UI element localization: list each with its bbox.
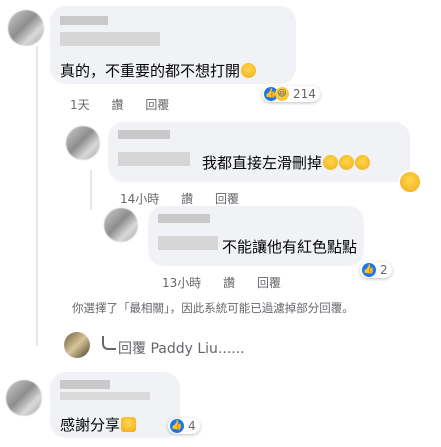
reaction-count: 214: [293, 87, 316, 101]
blurred-author-name[interactable]: [60, 380, 110, 389]
blurred-author-name: [60, 32, 160, 46]
reaction-summary[interactable]: 👍 4: [168, 418, 200, 434]
timestamp[interactable]: 1天: [70, 98, 90, 112]
reply-button[interactable]: 回覆: [215, 192, 239, 206]
like-button[interactable]: 讚: [111, 98, 123, 112]
comment-meta: 1天 讚 回覆: [70, 96, 169, 113]
thread-line: [36, 46, 38, 346]
comment-meta: 14小時 讚 回覆: [120, 190, 239, 207]
laugh-emoji-icon: [398, 170, 422, 194]
avatar[interactable]: [66, 126, 100, 160]
filter-notice: 你選擇了「最相關」，因此系統可能已過濾掉部分回覆。: [72, 301, 354, 315]
reply-button[interactable]: 回覆: [257, 276, 281, 290]
blurred-text: [158, 236, 218, 250]
laugh-emoji-icon: [241, 63, 257, 78]
like-button[interactable]: 讚: [223, 276, 235, 290]
comment-bubble: 感謝分享: [50, 372, 180, 438]
avatar[interactable]: [6, 380, 42, 416]
laugh-emoji-icon: [355, 155, 371, 170]
comment-text: 我都直接左滑刪掉: [202, 152, 371, 173]
comment-meta: 13小時 讚 回覆: [162, 274, 281, 291]
laugh-emoji-icon: [339, 155, 355, 170]
blurred-author-name: [60, 392, 150, 400]
comment-text: 不能讓他有紅色點點: [222, 238, 358, 256]
avatar[interactable]: [8, 10, 44, 46]
like-reaction-icon: 👍: [362, 263, 376, 277]
blurred-author-name[interactable]: [60, 16, 108, 25]
reaction-summary[interactable]: 👍 2: [360, 262, 392, 278]
comment-text: 真的，不重要的都不想打開: [60, 60, 257, 81]
blurred-author-name[interactable]: [118, 130, 170, 139]
avatar[interactable]: [64, 332, 90, 358]
reaction-count: 2: [380, 263, 388, 277]
haha-reaction-icon: 😆: [275, 87, 289, 101]
thread-line: [90, 170, 92, 210]
laugh-emoji-icon: [323, 155, 339, 170]
comment-bubble: 真的，不重要的都不想打開: [50, 6, 296, 84]
reply-arrow-icon: [102, 336, 116, 350]
thumbs-up-emoji-icon: [121, 417, 137, 432]
avatar[interactable]: [104, 208, 138, 242]
blurred-author-name[interactable]: [158, 214, 210, 223]
view-replies-link[interactable]: 回覆 Paddy Liu......: [118, 338, 245, 358]
comment-text: 感謝分享: [60, 414, 137, 435]
reaction-count: 4: [188, 419, 196, 433]
reply-button[interactable]: 回覆: [145, 98, 169, 112]
comment-bubble: 不能讓他有紅色點點: [148, 206, 364, 266]
like-button[interactable]: 讚: [181, 192, 193, 206]
like-reaction-icon: 👍: [170, 419, 184, 433]
timestamp[interactable]: 13小時: [162, 276, 201, 290]
comment-bubble: 我都直接左滑刪掉: [108, 122, 410, 182]
blurred-text: [118, 152, 190, 166]
timestamp[interactable]: 14小時: [120, 192, 159, 206]
reaction-summary[interactable]: 👍 😆 214: [262, 86, 320, 102]
